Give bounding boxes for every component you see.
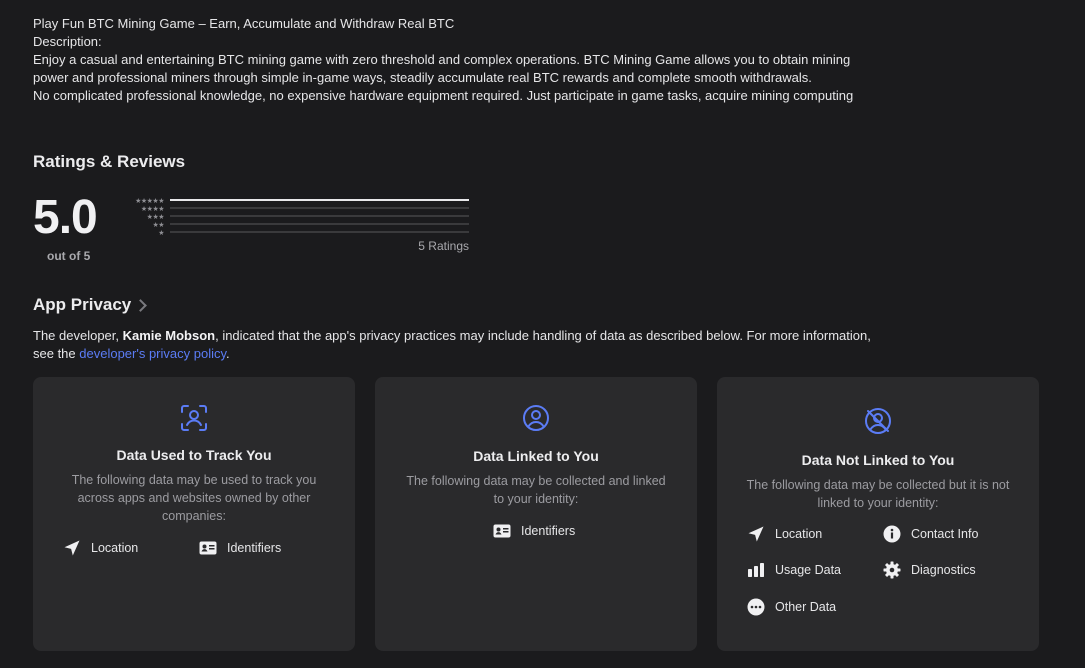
data-type-label: Identifiers (227, 541, 282, 555)
data-type-other-data: Other Data (747, 598, 836, 616)
card-data-linked-to-you: Data Linked to You The following data ma… (375, 377, 697, 651)
star-labels: ★★★★★ ★★★★ ★★★ ★★ ★ (124, 198, 164, 238)
data-type-diagnostics: Diagnostics (883, 561, 976, 579)
privacy-text-before: The developer, (33, 328, 123, 343)
privacy-text-after: , indicated that the app's privacy pract… (215, 328, 871, 343)
card-subtitle: The following data may be collected but … (746, 478, 1010, 510)
four-star-label: ★★★★ (140, 206, 165, 213)
description-line: Description: (33, 34, 102, 49)
rating-bar-1-star (170, 231, 469, 233)
card-data-used-to-track: Data Used to Track You The following dat… (33, 377, 355, 651)
person-slash-icon (865, 408, 891, 434)
data-type-identifiers: Identifiers (199, 539, 281, 557)
description-line: Play Fun BTC Mining Game – Earn, Accumul… (33, 16, 455, 31)
rating-bar-fill (170, 199, 469, 201)
privacy-line2-after: . (226, 346, 230, 361)
card-title: Data Not Linked to You (801, 452, 955, 468)
data-type-location: Location (747, 525, 822, 543)
data-type-location: Location (63, 539, 138, 557)
developer-name: Kamie Mobson (122, 328, 216, 343)
data-type-label: Usage Data (775, 563, 842, 577)
rating-bar-5-star (170, 199, 469, 201)
privacy-description: The developer, Kamie Mobson, indicated t… (33, 327, 933, 363)
rating-bars (170, 199, 469, 239)
ratings-heading: Ratings & Reviews (33, 152, 186, 171)
app-privacy-link[interactable]: App Privacy (33, 295, 148, 315)
person-circle-icon (523, 405, 549, 431)
id-card-icon (493, 524, 511, 538)
card-title: Data Linked to You (473, 448, 599, 464)
tracking-person-icon (181, 405, 207, 431)
two-star-label: ★★ (152, 222, 164, 229)
data-type-label: Identifiers (521, 524, 576, 538)
gear-icon (883, 561, 901, 579)
description-line: power and professional miners through si… (33, 70, 812, 85)
card-subtitle: The following data may be collected and … (406, 474, 666, 506)
five-star-label: ★★★★★ (135, 198, 164, 205)
card-data-not-linked-to-you: Data Not Linked to You The following dat… (717, 377, 1039, 651)
one-star-label: ★ (158, 230, 164, 237)
data-type-usage-data: Usage Data (747, 561, 841, 579)
card-subtitle: The following data may be used to track … (71, 473, 317, 523)
data-type-contact-info: Contact Info (883, 525, 978, 543)
description-text: No complicated professional knowledge, n… (33, 88, 854, 103)
data-type-label: Contact Info (911, 527, 979, 541)
id-card-icon (199, 541, 217, 555)
chevron-right-icon (134, 298, 148, 312)
description-line: No complicated professional knowledge, n… (33, 87, 893, 105)
data-type-label: Location (91, 541, 139, 555)
bar-chart-icon (748, 563, 764, 577)
privacy-line2-before: see the (33, 346, 80, 361)
data-type-label: Other Data (775, 600, 837, 614)
info-icon (883, 525, 901, 543)
privacy-policy-link[interactable]: developer's privacy policy (79, 346, 226, 361)
app-description: Play Fun BTC Mining Game – Earn, Accumul… (33, 15, 933, 105)
description-line: Enjoy a casual and entertaining BTC mini… (33, 52, 851, 67)
location-arrow-icon (64, 540, 80, 556)
rating-bar-4-star (170, 207, 469, 209)
rating-bar-2-star (170, 223, 469, 225)
data-type-identifiers: Identifiers (493, 522, 575, 540)
three-star-label: ★★★ (146, 214, 165, 221)
more-link[interactable]: more (892, 87, 893, 105)
app-privacy-heading: App Privacy (33, 295, 132, 314)
rating-bar-3-star (170, 215, 469, 217)
rating-count: 5 Ratings (418, 239, 469, 253)
card-title: Data Used to Track You (116, 447, 272, 463)
rating-out-of: out of 5 (47, 249, 91, 263)
rating-score: 5.0 (33, 191, 98, 244)
data-type-label: Location (775, 527, 823, 541)
location-arrow-icon (748, 526, 764, 542)
data-type-label: Diagnostics (911, 563, 976, 577)
ellipsis-circle-icon (747, 598, 765, 616)
